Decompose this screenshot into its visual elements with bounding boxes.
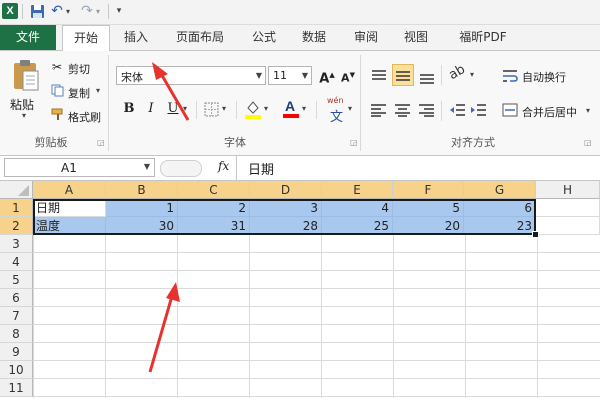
annotation-arrow-icon [152, 62, 190, 121]
annotation-overlay [148, 62, 190, 373]
annotation-arrow-icon [148, 282, 180, 373]
